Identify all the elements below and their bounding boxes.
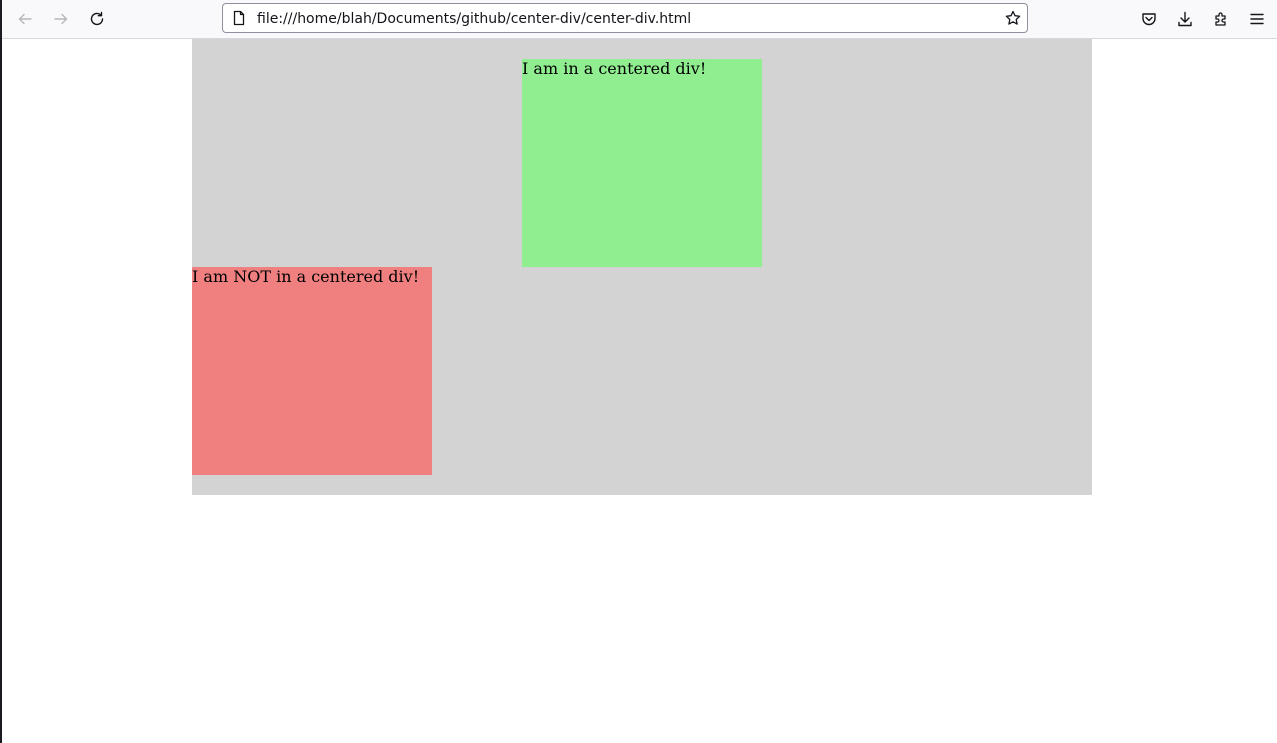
back-button[interactable]: [11, 5, 39, 33]
address-bar[interactable]: file:///home/blah/Documents/github/cente…: [222, 3, 1028, 33]
centered-div-text: I am in a centered div!: [522, 59, 707, 78]
reload-icon: [90, 11, 104, 26]
page-icon: [233, 10, 245, 26]
app-menu-button[interactable]: [1243, 5, 1271, 33]
pocket-icon: [1142, 13, 1156, 26]
forward-button[interactable]: [47, 5, 75, 33]
extensions-button[interactable]: [1207, 5, 1235, 33]
url-text[interactable]: file:///home/blah/Documents/github/cente…: [257, 10, 691, 28]
gray-container: I am in a centered div! I am NOT in a ce…: [192, 39, 1092, 495]
download-icon: [1178, 11, 1192, 27]
page-content: I am in a centered div! I am NOT in a ce…: [2, 39, 1277, 743]
not-centered-div-text: I am NOT in a centered div!: [192, 267, 420, 286]
browser-toolbar: file:///home/blah/Documents/github/cente…: [2, 0, 1277, 39]
reload-button[interactable]: [83, 5, 111, 33]
downloads-button[interactable]: [1171, 5, 1199, 33]
extensions-icon: [1215, 12, 1226, 26]
centered-div: I am in a centered div!: [522, 59, 762, 267]
not-centered-div: I am NOT in a centered div!: [192, 267, 432, 475]
back-arrow-icon: [18, 13, 32, 25]
pocket-button[interactable]: [1135, 5, 1163, 33]
forward-arrow-icon: [54, 13, 68, 25]
menu-icon: [1250, 13, 1264, 25]
bookmark-star-icon[interactable]: [1005, 10, 1021, 26]
